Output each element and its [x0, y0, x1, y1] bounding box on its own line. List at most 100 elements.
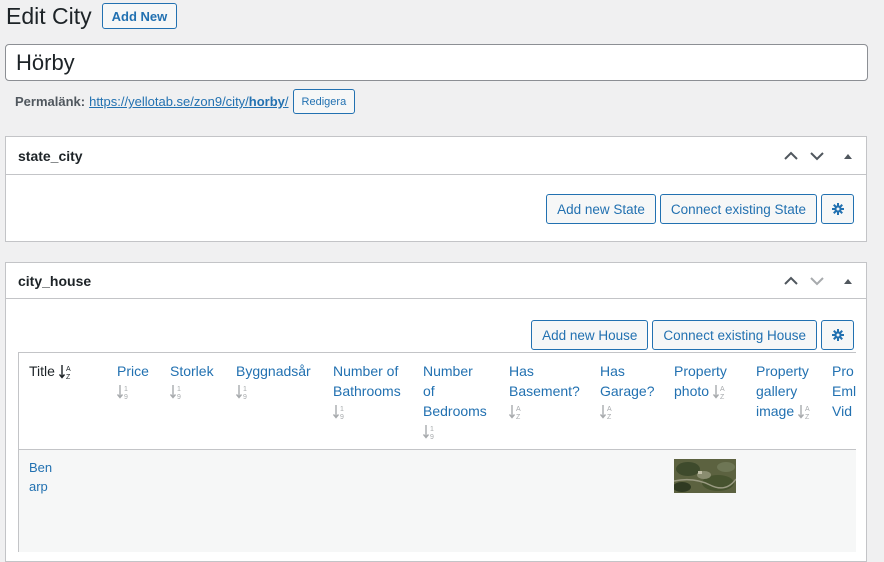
- sort-numeric-icon: 19: [170, 385, 181, 400]
- column-header-label: photo: [674, 383, 710, 399]
- sort-numeric-icon: 19: [423, 425, 434, 440]
- post-title-input[interactable]: Hörby: [5, 44, 868, 81]
- settings-button[interactable]: [821, 194, 854, 224]
- move-down-button[interactable]: [804, 138, 830, 174]
- permalink-slug: horby: [248, 94, 285, 109]
- sort-alpha-icon: AZ: [58, 365, 71, 380]
- column-header-text: Number: [423, 361, 487, 381]
- column-header-label: Bathrooms: [333, 383, 401, 399]
- column-header-garage[interactable]: Has Garage? A Z: [600, 361, 654, 421]
- page-title: Edit City: [6, 2, 92, 29]
- svg-text:Z: Z: [720, 394, 725, 400]
- column-header-gallery[interactable]: Property gallery image AZ: [756, 361, 812, 421]
- column-header-label: Vid: [832, 403, 852, 419]
- svg-text:A: A: [720, 386, 725, 393]
- page-heading: Edit City Add New: [6, 2, 178, 30]
- chevron-up-icon: [784, 276, 798, 285]
- column-header-text: Property: [756, 361, 812, 381]
- column-header-label: gallery: [756, 383, 798, 399]
- property-photo-thumbnail[interactable]: [674, 459, 736, 493]
- sort-indicator: 19: [236, 381, 311, 401]
- column-header-text: Eml: [832, 381, 856, 401]
- sort-numeric-icon: 19: [117, 385, 128, 400]
- svg-text:Z: Z: [516, 414, 521, 420]
- column-header-storlek[interactable]: Storlek 1 9: [170, 361, 214, 401]
- state-actions: Add new State Connect existing State: [542, 194, 854, 224]
- column-header-label: Eml: [832, 383, 856, 399]
- sort-indicator: 19: [423, 421, 487, 441]
- add-new-button[interactable]: Add New: [101, 3, 178, 29]
- column-header-text: image AZ: [756, 401, 812, 421]
- connect-existing-house-button[interactable]: Connect existing House: [652, 320, 817, 350]
- toggle-panel-button[interactable]: [830, 263, 866, 299]
- permalink-url-prefix: https://yellotab.se/zon9/city/: [89, 94, 249, 109]
- metabox-city-house: city_house Add new House Connect existin…: [5, 262, 867, 562]
- svg-text:1: 1: [243, 386, 247, 393]
- permalink-url-suffix: /: [284, 94, 289, 109]
- table-header: Title A Z Price 1 9 Storlek 1 9 Byggnadsår 1 9 Numb…: [19, 353, 856, 450]
- column-header-text: Byggnadsår: [236, 361, 311, 381]
- metabox-header: state_city: [6, 137, 866, 175]
- metabox-title: city_house: [18, 272, 92, 289]
- column-header-label: Storlek: [170, 363, 214, 379]
- metabox-state-city: state_city Add new State Connect existin…: [5, 136, 867, 242]
- metabox-header: city_house: [6, 263, 866, 299]
- move-down-button[interactable]: [804, 263, 830, 299]
- settings-button[interactable]: [821, 320, 854, 350]
- permalink-edit-button[interactable]: Redigera: [292, 89, 356, 114]
- row-title-link[interactable]: Ben arp: [29, 458, 63, 496]
- connections-table: Title A Z Price 1 9 Storlek 1 9 Byggnadsår 1 9 Numb…: [18, 352, 856, 552]
- column-header-text: Bathrooms: [333, 381, 401, 401]
- sort-alpha-icon: AZ: [509, 405, 521, 420]
- gear-icon: [831, 329, 844, 341]
- column-header-price[interactable]: Price 1 9: [117, 361, 149, 401]
- chevron-up-icon: [784, 151, 798, 160]
- svg-text:9: 9: [124, 394, 128, 400]
- column-header-label: Garage?: [600, 383, 655, 399]
- column-header-label: Title: [29, 363, 55, 379]
- column-header-text: gallery: [756, 381, 812, 401]
- svg-text:1: 1: [430, 426, 434, 433]
- column-header-text: Number of: [333, 361, 401, 381]
- column-header-label: Number: [423, 363, 473, 379]
- column-header-label: image: [756, 403, 795, 419]
- title-line: arp: [29, 479, 48, 494]
- column-header-bedrooms[interactable]: Number of Bedrooms 1 9: [423, 361, 487, 441]
- sort-indicator: 19: [170, 381, 214, 401]
- column-header-bathrooms[interactable]: Number of Bathrooms 1 9: [333, 361, 401, 421]
- svg-text:1: 1: [124, 386, 128, 393]
- column-header-text: Storlek: [170, 361, 214, 381]
- svg-text:Z: Z: [66, 374, 71, 380]
- column-header-label: Has: [600, 363, 625, 379]
- svg-text:9: 9: [243, 394, 247, 400]
- sort-numeric-icon: 19: [236, 385, 247, 400]
- column-header-text: Has: [600, 361, 654, 381]
- move-up-button[interactable]: [778, 263, 804, 299]
- column-header-text: Vid: [832, 401, 856, 421]
- chevron-down-icon: [810, 276, 824, 285]
- sort-indicator: 19: [333, 401, 401, 421]
- gear-icon: [831, 203, 844, 215]
- add-new-house-button[interactable]: Add new House: [531, 320, 649, 350]
- column-header-label: Property: [756, 363, 809, 379]
- move-up-button[interactable]: [778, 138, 804, 174]
- column-header-text: Has: [509, 361, 580, 381]
- column-header-label: Number of: [333, 363, 399, 379]
- sort-alpha-icon: AZ: [712, 385, 725, 400]
- add-new-state-button[interactable]: Add new State: [546, 194, 656, 224]
- column-header-label: Property: [674, 363, 727, 379]
- column-header-text: Price: [117, 361, 149, 381]
- column-header-embed[interactable]: Pro Eml Vid: [832, 361, 856, 421]
- toggle-panel-button[interactable]: [830, 138, 866, 174]
- permalink-link[interactable]: https://yellotab.se/zon9/city/horby/: [89, 94, 288, 109]
- column-header-photo[interactable]: Property photo AZ: [674, 361, 727, 401]
- sort-alpha-icon: AZ: [798, 405, 810, 420]
- column-header-byggnadsar[interactable]: Byggnadsår 1 9: [236, 361, 311, 401]
- svg-text:A: A: [66, 366, 71, 373]
- connect-existing-state-button[interactable]: Connect existing State: [659, 194, 817, 224]
- column-header-label: Byggnadsår: [236, 363, 311, 379]
- column-header-basement[interactable]: Has Basement? A Z: [509, 361, 580, 421]
- svg-text:A: A: [516, 406, 521, 413]
- column-header-label: Has: [509, 363, 534, 379]
- column-header-title[interactable]: Title AZ: [29, 361, 73, 381]
